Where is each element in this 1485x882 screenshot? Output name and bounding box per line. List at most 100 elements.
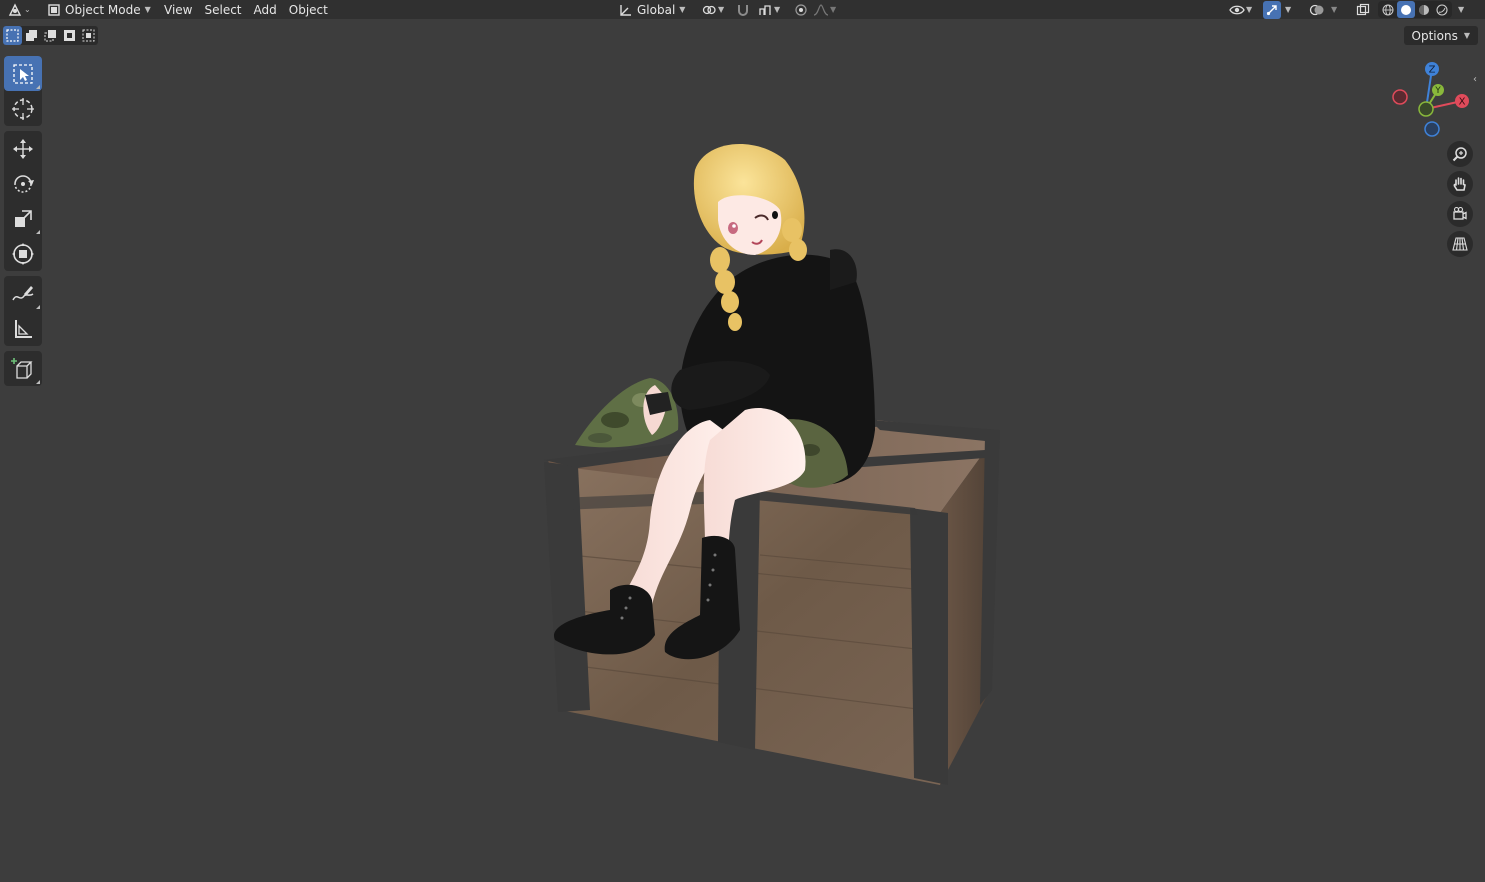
scale-tool[interactable] (4, 201, 42, 236)
shading-dropdown[interactable]: ▼ (1458, 0, 1464, 19)
menu-object[interactable]: Object (283, 1, 334, 19)
select-subtract-button[interactable] (41, 26, 60, 45)
pan-button[interactable] (1447, 171, 1473, 197)
transform-tool[interactable] (4, 236, 42, 271)
transform-icon (12, 242, 34, 265)
chevron-down-icon: ▼ (1458, 5, 1465, 14)
perspective-toggle-button[interactable] (1447, 231, 1473, 257)
camera-icon (1453, 206, 1467, 220)
material-shading-button[interactable] (1415, 1, 1433, 18)
gizmo-dropdown[interactable]: ▼ (1285, 0, 1291, 19)
material-sphere-icon (1419, 4, 1429, 15)
overlays-dropdown[interactable]: ▼ (1331, 0, 1337, 19)
select-subtract-icon (44, 30, 56, 42)
chevron-down-icon: ▼ (679, 5, 686, 14)
snap-target-dropdown[interactable]: ▼ (756, 0, 780, 19)
select-invert-button[interactable] (60, 26, 79, 45)
chevron-down-icon: ▼ (1463, 31, 1470, 40)
orientation-label: Global (637, 2, 676, 17)
navigation-gizmo[interactable]: Y Z X (1386, 56, 1476, 146)
falloff-dropdown[interactable]: ▼ (812, 0, 836, 19)
options-dropdown[interactable]: Options ▼ (1403, 26, 1478, 45)
mode-label: Object Mode (65, 2, 141, 17)
select-box-icon (13, 63, 33, 84)
zoom-icon (1452, 147, 1467, 162)
menu-add[interactable]: Add (248, 1, 283, 19)
snap-increment-icon (756, 1, 774, 19)
chevron-down-icon: ▼ (774, 5, 781, 14)
grid-perspective-icon (1452, 237, 1468, 251)
measure-tool[interactable] (4, 311, 42, 346)
select-box-tool[interactable] (4, 56, 42, 91)
pivot-point-dropdown[interactable]: ▼ (700, 0, 724, 19)
chevron-down-icon: ⌄ (24, 5, 31, 14)
eye-icon (1228, 1, 1246, 19)
proportional-edit-toggle[interactable] (792, 0, 810, 19)
hand-icon (1453, 177, 1466, 191)
chevron-down-icon: ▼ (1331, 5, 1338, 14)
annotate-tool[interactable] (4, 276, 42, 311)
tool-shelf (4, 56, 42, 391)
annotate-icon (12, 285, 34, 300)
select-new-icon (6, 29, 19, 42)
wireframe-shading-button[interactable] (1379, 1, 1397, 18)
camera-view-button[interactable] (1447, 201, 1473, 227)
select-invert-icon (64, 30, 75, 41)
rotate-icon (14, 174, 34, 193)
viewport-nav-buttons (1447, 141, 1473, 261)
tool-variants-indicator (36, 380, 40, 384)
snap-toggle[interactable] (734, 0, 752, 19)
select-intersect-icon (82, 29, 95, 42)
neg-x-axis-icon[interactable] (1392, 89, 1408, 105)
tool-group-add (4, 351, 42, 386)
menu-view[interactable]: View (158, 1, 198, 19)
rendered-shading-button[interactable] (1433, 1, 1451, 18)
tool-group-select (4, 56, 42, 126)
select-extend-button[interactable] (22, 26, 41, 45)
y-axis-label: Y (1434, 86, 1441, 96)
gizmo-toggle[interactable] (1263, 0, 1281, 19)
chevron-down-icon: ▼ (1285, 5, 1292, 14)
move-tool[interactable] (4, 131, 42, 166)
select-new-button[interactable] (3, 26, 22, 45)
editor-type-dropdown[interactable]: ⌄ (6, 0, 31, 19)
editor-type-icon (6, 1, 24, 19)
transform-orientation-dropdown[interactable]: Global ▼ (615, 1, 689, 19)
select-extend-icon (26, 30, 37, 41)
select-intersect-button[interactable] (79, 26, 98, 45)
mode-dropdown[interactable]: Object Mode ▼ (43, 1, 155, 19)
neg-y-axis-icon[interactable] (1418, 101, 1434, 117)
neg-z-axis-icon[interactable] (1424, 121, 1440, 137)
chevron-down-icon: ▼ (1246, 5, 1253, 14)
add-cube-tool[interactable] (4, 351, 42, 386)
move-icon (13, 138, 33, 159)
pivot-icon (700, 1, 718, 19)
shading-mode-group (1378, 1, 1452, 18)
tool-group-annotate (4, 276, 42, 346)
add-cube-icon (11, 357, 33, 379)
wireframe-icon (1382, 4, 1394, 15)
orientation-icon (619, 1, 633, 19)
rotate-tool[interactable] (4, 166, 42, 201)
menu-select[interactable]: Select (198, 1, 247, 19)
measure-icon (15, 319, 32, 338)
tool-variants-indicator (36, 230, 40, 234)
xray-toggle[interactable] (1354, 0, 1372, 19)
solid-shading-button[interactable] (1397, 1, 1415, 18)
zoom-button[interactable] (1447, 141, 1473, 167)
options-label: Options (1411, 28, 1458, 43)
visibility-dropdown[interactable]: ▼ (1228, 0, 1252, 19)
magnet-icon (734, 1, 752, 19)
cursor-tool[interactable] (4, 91, 42, 126)
falloff-curve-icon (812, 1, 830, 19)
xray-icon (1354, 1, 1372, 19)
chevron-down-icon: ▼ (830, 5, 837, 14)
tool-group-transform (4, 131, 42, 271)
gizmo-icon (1263, 0, 1281, 19)
selection-mode-group (3, 26, 98, 45)
solid-sphere-icon (1401, 4, 1411, 15)
chevron-down-icon: ▼ (718, 5, 725, 14)
overlays-toggle[interactable] (1308, 0, 1326, 19)
viewport-scene[interactable] (530, 130, 1010, 800)
x-axis-label: X (1459, 97, 1466, 108)
